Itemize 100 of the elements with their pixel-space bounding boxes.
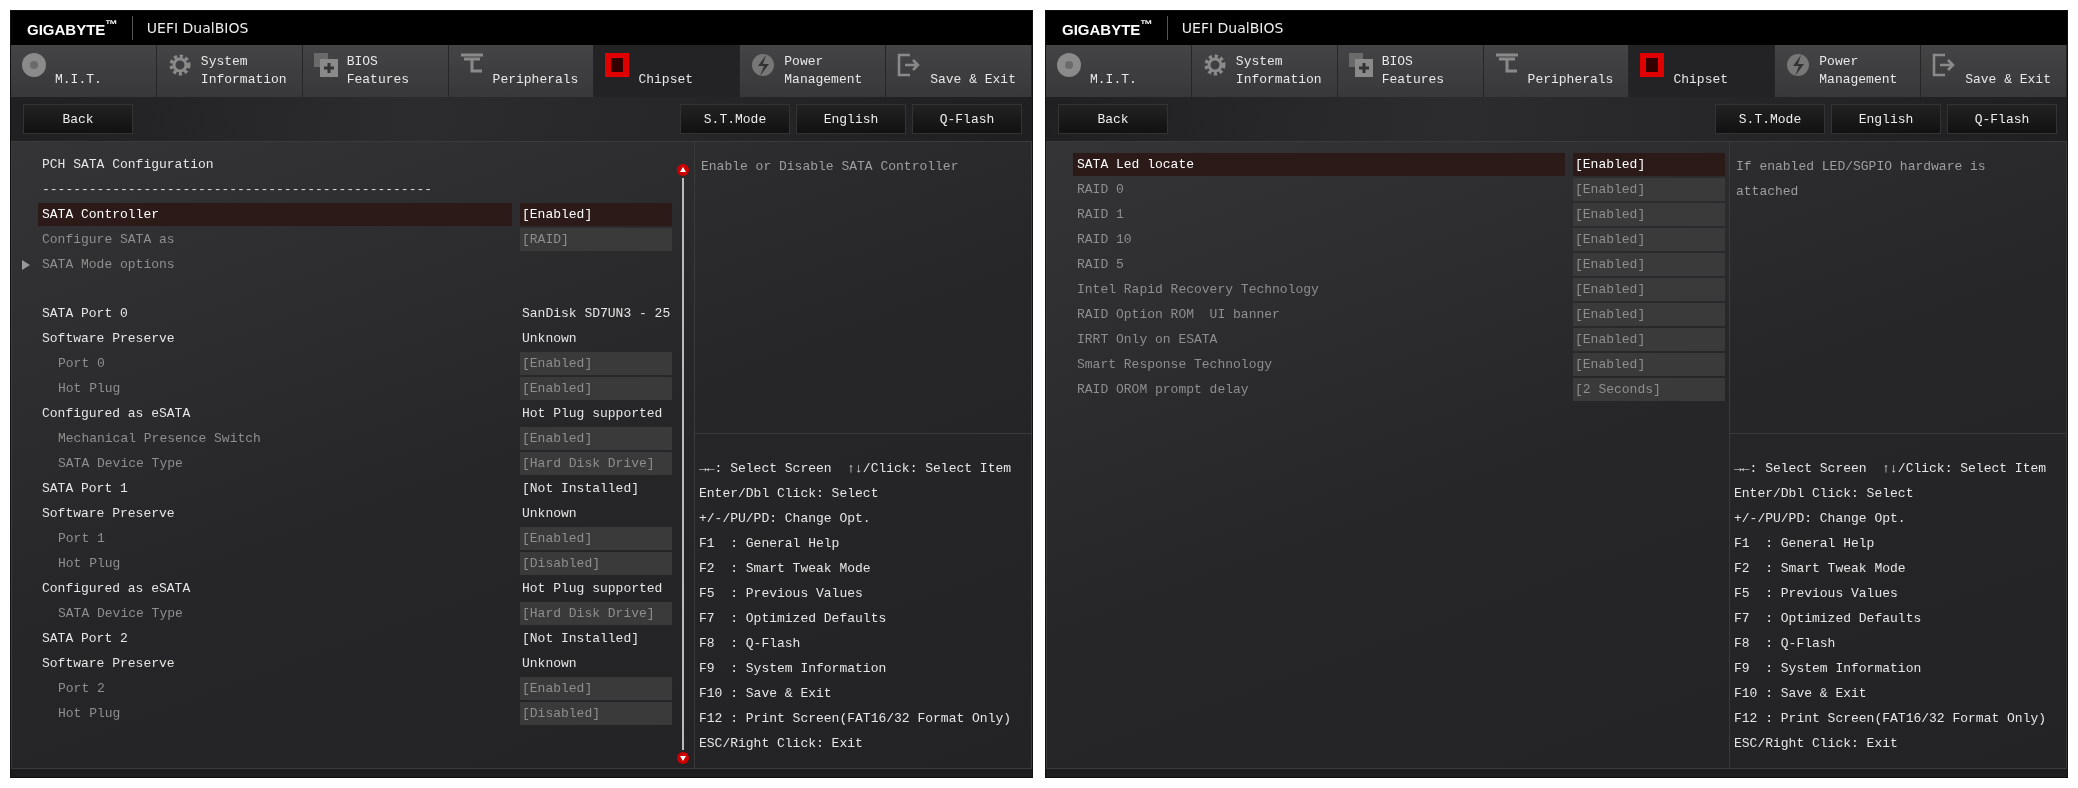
- info-value: Hot Plug supported: [521, 405, 664, 423]
- setting-label: SATA Controller: [38, 203, 512, 226]
- key-help-line: F5 : Previous Values: [699, 585, 864, 603]
- setting-label: SATA Port 2: [41, 630, 129, 648]
- brand-logo: GIGABYTE$^{™}$: [27, 18, 118, 38]
- menu-tab[interactable]: System Information: [1191, 45, 1338, 97]
- toolbar-button[interactable]: Q-Flash: [1947, 104, 2057, 134]
- key-help-line: F2 : Smart Tweak Mode: [699, 560, 872, 578]
- key-help-line: F2 : Smart Tweak Mode: [1734, 560, 1907, 578]
- setting-label: RAID 0: [1076, 181, 1125, 199]
- menu-tab[interactable]: Chipset: [594, 45, 741, 97]
- toolbar-button[interactable]: English: [1831, 104, 1941, 134]
- setting-label: Mechanical Presence Switch: [57, 430, 262, 448]
- key-help-line: Enter/Dbl Click: Select: [699, 485, 880, 503]
- toolbar-button[interactable]: S.T.Mode: [1715, 104, 1825, 134]
- chip-icon: [1639, 52, 1666, 78]
- setting-label: Software Preserve: [41, 505, 176, 523]
- key-help-line: F5 : Previous Values: [1734, 585, 1899, 603]
- lightning-icon: [750, 52, 777, 78]
- menu-tab[interactable]: BIOS Features: [302, 45, 449, 97]
- setting-label: SATA Device Type: [57, 455, 184, 473]
- setting-label: RAID OROM prompt delay: [1076, 381, 1250, 399]
- menu-tab[interactable]: System Information: [156, 45, 303, 97]
- key-help-line: F12 : Print Screen(FAT16/32 Format Only): [1734, 710, 2048, 728]
- chip-plus-icon: [312, 52, 339, 78]
- info-value: [Not Installed]: [521, 630, 641, 648]
- key-help-line: F1 : General Help: [1734, 535, 1876, 553]
- setting-label: Smart Response Technology: [1076, 356, 1274, 374]
- back-button[interactable]: Back: [1058, 104, 1168, 134]
- setting-label: Software Preserve: [41, 330, 176, 348]
- info-value: Unknown: [521, 330, 578, 348]
- submenu-arrow-icon: [22, 259, 30, 270]
- key-help-line: F7 : Optimized Defaults: [1734, 610, 1923, 628]
- key-help-line: +/-/PU/PD: Change Opt.: [1734, 510, 1907, 528]
- toolbar-button[interactable]: S.T.Mode: [680, 104, 790, 134]
- section-heading: PCH SATA Configuration: [41, 156, 215, 174]
- menu-tab[interactable]: M.I.T.: [1046, 45, 1192, 97]
- scroll-up-icon: [677, 164, 689, 176]
- key-help-line: F12 : Print Screen(FAT16/32 Format Only): [699, 710, 1013, 728]
- option-value[interactable]: [Enabled]: [1573, 153, 1725, 176]
- setting-label: SATA Port 0: [41, 305, 129, 323]
- setting-label: Configured as eSATA: [41, 405, 192, 423]
- key-help-line: F8 : Q-Flash: [1734, 635, 1837, 653]
- option-value[interactable]: [Enabled]: [520, 203, 672, 226]
- key-help-line: F9 : System Information: [699, 660, 888, 678]
- setting-label: Configure SATA as: [41, 231, 176, 249]
- info-value: Unknown: [521, 655, 578, 673]
- setting-label: Hot Plug: [57, 705, 122, 723]
- key-help-line: F9 : System Information: [1734, 660, 1923, 678]
- setting-label: Hot Plug: [57, 555, 122, 573]
- info-value: [Not Installed]: [521, 480, 641, 498]
- key-help-line: F7 : Optimized Defaults: [699, 610, 888, 628]
- key-help-line: F8 : Q-Flash: [699, 635, 802, 653]
- setting-label: Intel Rapid Recovery Technology: [1076, 281, 1320, 299]
- menu-tab[interactable]: Save & Exit: [886, 45, 1032, 97]
- info-value: Unknown: [521, 505, 578, 523]
- key-help-line: +/-/PU/PD: Change Opt.: [699, 510, 872, 528]
- setting-label: RAID Option ROM UI banner: [1076, 306, 1281, 324]
- key-help-line: F10 : Save & Exit: [1734, 685, 1868, 703]
- menu-tab[interactable]: Save & Exit: [1921, 45, 2067, 97]
- brand-logo: GIGABYTE$^{™}$: [1062, 18, 1153, 38]
- key-help-line: →←: Select Screen ↑↓/Click: Select Item: [1734, 460, 2048, 478]
- bios-title: UEFI DualBIOS: [1181, 20, 1284, 36]
- toolbar-button[interactable]: Q-Flash: [912, 104, 1022, 134]
- key-help-line: F10 : Save & Exit: [699, 685, 833, 703]
- separator-line: --------------------------------------------------: [41, 182, 434, 197]
- info-value: Hot Plug supported: [521, 580, 664, 598]
- menu-tab[interactable]: BIOS Features: [1337, 45, 1484, 97]
- setting-label: Configured as eSATA: [41, 580, 192, 598]
- menu-tab[interactable]: Power Management: [740, 45, 887, 97]
- key-help-line: ESC/Right Click: Exit: [699, 735, 864, 753]
- help-text: Enable or Disable SATA Controller: [701, 158, 960, 176]
- help-text: If enabled LED/SGPIO hardware is attached: [1736, 158, 1987, 201]
- disc-icon: [21, 52, 47, 78]
- lightning-icon: [1785, 52, 1812, 78]
- toolbar-button[interactable]: English: [796, 104, 906, 134]
- key-help-line: F1 : General Help: [699, 535, 841, 553]
- setting-label: Software Preserve: [41, 655, 176, 673]
- menu-tab[interactable]: Peripherals: [1483, 45, 1630, 97]
- setting-label: Port 0: [57, 355, 106, 373]
- key-help-line: ESC/Right Click: Exit: [1734, 735, 1899, 753]
- menu-tab[interactable]: Chipset: [1629, 45, 1776, 97]
- setting-label: Hot Plug: [57, 380, 122, 398]
- menu-tab[interactable]: Power Management: [1775, 45, 1922, 97]
- back-button[interactable]: Back: [23, 104, 133, 134]
- chip-plus-icon: [1347, 52, 1374, 78]
- key-help-line: →←: Select Screen ↑↓/Click: Select Item: [699, 460, 1013, 478]
- setting-label: Port 2: [57, 680, 106, 698]
- info-value: SanDisk SD7UN3 - 25: [521, 305, 672, 323]
- disc-icon: [1056, 52, 1082, 78]
- setting-label: Port 1: [57, 530, 106, 548]
- menu-tab[interactable]: M.I.T.: [11, 45, 157, 97]
- setting-label: RAID 10: [1076, 231, 1133, 249]
- setting-label: IRRT Only on ESATA: [1076, 331, 1219, 349]
- setting-label: RAID 1: [1076, 206, 1125, 224]
- menu-tab[interactable]: Peripherals: [448, 45, 595, 97]
- bios-title: UEFI DualBIOS: [146, 20, 249, 36]
- setting-label: SATA Device Type: [57, 605, 184, 623]
- chip-icon: [604, 52, 631, 78]
- setting-label: SATA Led locate: [1073, 153, 1565, 176]
